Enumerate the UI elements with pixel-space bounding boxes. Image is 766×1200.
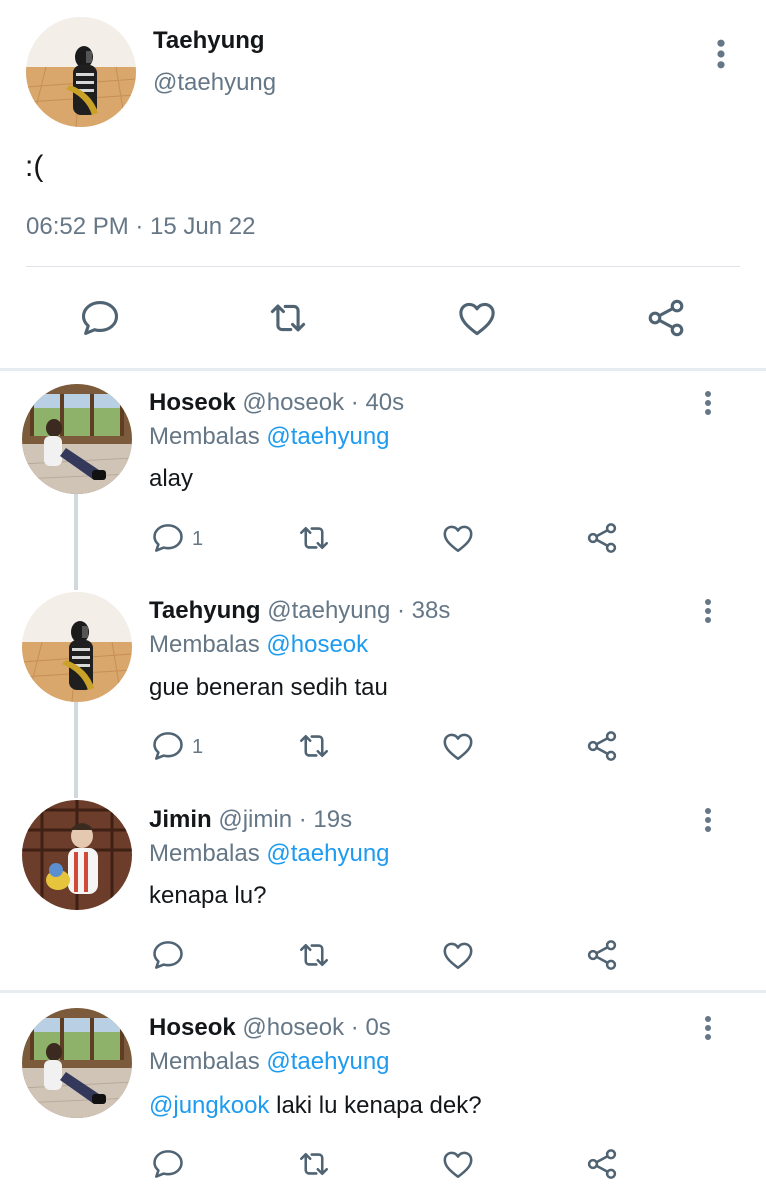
reply-header: Hoseok @hoseok · 40s bbox=[149, 389, 404, 417]
author-meta: @hoseok · 40s bbox=[242, 389, 405, 416]
share-icon[interactable] bbox=[644, 296, 688, 340]
retweet-icon[interactable] bbox=[266, 296, 310, 340]
tweet-text: @jungkook laki lu kenapa dek? bbox=[149, 1092, 482, 1120]
author-name[interactable]: Taehyung bbox=[149, 597, 261, 624]
author-meta: @taehyung · 38s bbox=[267, 597, 451, 624]
avatar[interactable] bbox=[22, 1008, 132, 1118]
avatar[interactable] bbox=[22, 592, 132, 702]
retweet-icon[interactable] bbox=[296, 1146, 332, 1182]
more-icon[interactable] bbox=[696, 596, 720, 626]
replying-prefix: Membalas bbox=[149, 631, 260, 658]
mention-link[interactable]: @jungkook bbox=[149, 1092, 269, 1119]
avatar[interactable] bbox=[26, 17, 136, 127]
reply-header: Jimin @jimin · 19s bbox=[149, 806, 352, 834]
replying-prefix: Membalas bbox=[149, 423, 260, 450]
replying-prefix: Membalas bbox=[149, 840, 260, 867]
more-icon[interactable] bbox=[696, 805, 720, 835]
like-icon[interactable] bbox=[455, 296, 499, 340]
author-handle[interactable]: @taehyung bbox=[153, 69, 276, 97]
tweet-text: gue beneran sedih tau bbox=[149, 674, 388, 702]
more-icon[interactable] bbox=[696, 1013, 720, 1043]
tweet-text: :( bbox=[25, 150, 44, 183]
replying-to-handle[interactable]: @taehyung bbox=[266, 423, 389, 450]
share-icon[interactable] bbox=[584, 520, 620, 556]
reply-count: 1 bbox=[192, 736, 204, 758]
thread-line bbox=[74, 702, 78, 798]
share-icon[interactable] bbox=[584, 937, 620, 973]
reply-icon[interactable] bbox=[78, 296, 122, 340]
replying-to: Membalas @taehyung bbox=[149, 423, 390, 451]
share-icon[interactable] bbox=[584, 1146, 620, 1182]
main-tweet: Taehyung @taehyung :( 06:52 PM · 15 Jun … bbox=[0, 0, 766, 368]
author-meta: @hoseok · 0s bbox=[242, 1014, 391, 1041]
replying-to: Membalas @hoseok bbox=[149, 631, 368, 659]
tweet-body: alay bbox=[149, 465, 194, 492]
tweet-body: kenapa lu? bbox=[149, 882, 267, 909]
author-name[interactable]: Jimin bbox=[149, 806, 212, 833]
tweet-body: laki lu kenapa dek? bbox=[269, 1092, 482, 1119]
reply-icon[interactable] bbox=[150, 1146, 186, 1182]
reply-icon[interactable] bbox=[150, 937, 186, 973]
author-name[interactable]: Hoseok bbox=[149, 389, 236, 416]
like-icon[interactable] bbox=[440, 1146, 476, 1182]
retweet-icon[interactable] bbox=[296, 937, 332, 973]
replying-prefix: Membalas bbox=[149, 1048, 260, 1075]
tweet-text: kenapa lu? bbox=[149, 882, 266, 910]
thread-line bbox=[74, 494, 78, 590]
replying-to-handle[interactable]: @taehyung bbox=[266, 1048, 389, 1075]
retweet-icon[interactable] bbox=[296, 728, 332, 764]
more-icon[interactable] bbox=[696, 388, 720, 418]
reply-header: Hoseok @hoseok · 0s bbox=[149, 1014, 391, 1042]
replying-to-handle[interactable]: @hoseok bbox=[266, 631, 368, 658]
share-icon[interactable] bbox=[584, 728, 620, 764]
avatar[interactable] bbox=[22, 800, 132, 910]
replying-to: Membalas @taehyung bbox=[149, 840, 390, 868]
reply-header: Taehyung @taehyung · 38s bbox=[149, 597, 450, 625]
author-name[interactable]: Hoseok bbox=[149, 1014, 236, 1041]
author-name[interactable]: Taehyung bbox=[153, 27, 265, 55]
tweet-body: gue beneran sedih tau bbox=[149, 674, 388, 701]
section-divider bbox=[0, 990, 766, 993]
tweet-text: alay bbox=[149, 465, 193, 493]
more-icon[interactable] bbox=[706, 36, 736, 72]
author-meta: @jimin · 19s bbox=[218, 806, 353, 833]
reply-count: 1 bbox=[192, 528, 204, 550]
replying-to-handle[interactable]: @taehyung bbox=[266, 840, 389, 867]
like-icon[interactable] bbox=[440, 937, 476, 973]
tweet-timestamp[interactable]: 06:52 PM · 15 Jun 22 bbox=[26, 213, 255, 241]
like-icon[interactable] bbox=[440, 520, 476, 556]
avatar[interactable] bbox=[22, 384, 132, 494]
divider bbox=[26, 266, 740, 267]
reply-icon[interactable] bbox=[150, 520, 186, 556]
section-divider bbox=[0, 368, 766, 371]
like-icon[interactable] bbox=[440, 728, 476, 764]
retweet-icon[interactable] bbox=[296, 520, 332, 556]
replying-to: Membalas @taehyung bbox=[149, 1048, 390, 1076]
reply-icon[interactable] bbox=[150, 728, 186, 764]
